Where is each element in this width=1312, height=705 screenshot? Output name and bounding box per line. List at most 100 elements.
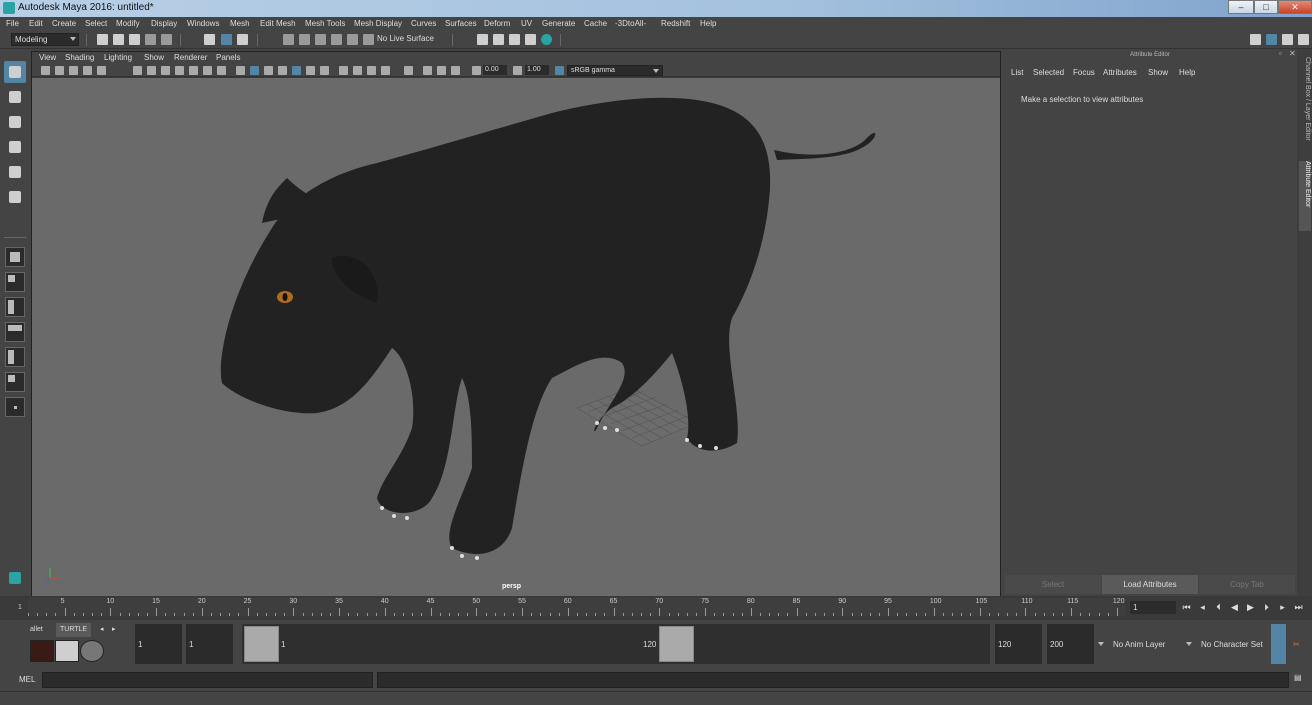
undo-icon[interactable] <box>145 34 156 45</box>
shelf-tab-turtle[interactable]: TURTLE <box>56 623 92 637</box>
open-scene-icon[interactable] <box>113 34 124 45</box>
anim-layer-label[interactable]: No Anim Layer <box>1113 640 1165 649</box>
grid-icon[interactable] <box>133 66 142 75</box>
load-attributes-button[interactable]: Load Attributes <box>1102 575 1198 594</box>
attribute-editor-toggle-icon[interactable] <box>1266 34 1277 45</box>
select-by-object-icon[interactable] <box>221 34 232 45</box>
viewport-menu-panels[interactable]: Panels <box>216 53 240 62</box>
color-space-dropdown[interactable]: sRGB gamma <box>567 65 663 76</box>
menu-mesh-tools[interactable]: Mesh Tools <box>305 19 345 28</box>
copy-tab-button[interactable]: Copy Tab <box>1199 575 1295 594</box>
attr-menu-selected[interactable]: Selected <box>1033 68 1064 77</box>
attr-menu-attributes[interactable]: Attributes <box>1103 68 1137 77</box>
lasso-tool[interactable] <box>4 86 26 108</box>
xray-joints-icon[interactable] <box>451 66 460 75</box>
persp-outliner-layout-button[interactable] <box>5 297 25 317</box>
end-time-field[interactable]: 200 <box>1047 624 1094 664</box>
float-panel-icon[interactable]: ▫ <box>1279 49 1282 58</box>
shelf-tab-allet[interactable]: allet <box>26 623 47 637</box>
menu-file[interactable]: File <box>6 19 19 28</box>
go-to-start-icon[interactable]: ⏮ <box>1182 603 1191 612</box>
menu-windows[interactable]: Windows <box>187 19 219 28</box>
menu-generate[interactable]: Generate <box>542 19 575 28</box>
four-view-layout-button[interactable] <box>5 272 25 292</box>
minimize-button[interactable]: – <box>1228 0 1254 14</box>
modeling-toolkit-icon[interactable] <box>1250 34 1261 45</box>
menu-select[interactable]: Select <box>85 19 107 28</box>
viewport-menu-shading[interactable]: Shading <box>65 53 94 62</box>
redo-icon[interactable] <box>161 34 172 45</box>
menu-display[interactable]: Display <box>151 19 177 28</box>
menu-curves[interactable]: Curves <box>411 19 436 28</box>
select-by-hierarchy-icon[interactable] <box>204 34 215 45</box>
menu-mesh[interactable]: Mesh <box>230 19 250 28</box>
film-gate-icon[interactable] <box>147 66 156 75</box>
step-back-frame-icon[interactable]: ◂ <box>1198 603 1207 612</box>
playback-start-field[interactable]: 1 <box>186 624 233 664</box>
rotate-tool[interactable] <box>4 161 26 183</box>
select-tool[interactable] <box>4 61 26 83</box>
gamma-field[interactable]: 1.00 <box>525 65 549 75</box>
animation-preferences-button[interactable] <box>1271 624 1286 664</box>
playback-end-field[interactable]: 120 <box>995 624 1042 664</box>
render-frame-icon[interactable] <box>493 34 504 45</box>
xray-active-components-icon[interactable] <box>437 66 446 75</box>
script-language-toggle[interactable]: MEL <box>19 675 35 684</box>
chevron-down-icon[interactable] <box>1186 642 1192 646</box>
shader-swatch-shapes[interactable] <box>55 640 79 662</box>
shader-swatch-fire[interactable] <box>30 640 54 662</box>
menu-create[interactable]: Create <box>52 19 76 28</box>
menu-help[interactable]: Help <box>700 19 716 28</box>
menu-edit-mesh[interactable]: Edit Mesh <box>260 19 296 28</box>
play-backwards-icon[interactable]: ◀ <box>1230 603 1239 612</box>
screen-space-ambient-occlusion-icon[interactable] <box>339 66 348 75</box>
shadows-icon[interactable] <box>320 66 329 75</box>
image-plane-icon[interactable] <box>83 66 92 75</box>
menu-surfaces[interactable]: Surfaces <box>445 19 477 28</box>
viewport-menu-renderer[interactable]: Renderer <box>174 53 207 62</box>
ipr-render-icon[interactable] <box>509 34 520 45</box>
range-start-handle[interactable] <box>244 626 279 662</box>
menu-deform[interactable]: Deform <box>484 19 510 28</box>
resolution-gate-icon[interactable] <box>161 66 170 75</box>
snap-to-grid-icon[interactable] <box>283 34 294 45</box>
maximize-button[interactable]: □ <box>1254 0 1278 14</box>
menu-uv[interactable]: UV <box>521 19 532 28</box>
wireframe-icon[interactable] <box>236 66 245 75</box>
viewport-menu-view[interactable]: View <box>39 53 56 62</box>
select-button[interactable]: Select <box>1005 575 1101 594</box>
exposure-field[interactable]: 0.00 <box>483 65 507 75</box>
mode-selector[interactable]: Modeling <box>11 33 79 46</box>
persp-graph-layout-button[interactable] <box>5 322 25 342</box>
attr-menu-focus[interactable]: Focus <box>1073 68 1095 77</box>
multisample-anti-aliasing-icon[interactable] <box>367 66 376 75</box>
menu-edit[interactable]: Edit <box>29 19 43 28</box>
render-settings-icon[interactable] <box>525 34 536 45</box>
shader-swatch-sphere[interactable] <box>80 640 104 662</box>
attr-menu-help[interactable]: Help <box>1179 68 1195 77</box>
save-scene-icon[interactable] <box>129 34 140 45</box>
use-all-lights-icon[interactable] <box>306 66 315 75</box>
snap-to-curve-icon[interactable] <box>299 34 310 45</box>
auto-key-icon[interactable]: ✂ <box>1293 640 1300 649</box>
step-forward-frame-icon[interactable]: ▸ <box>1278 603 1287 612</box>
3d-scene[interactable]: persp <box>32 78 1000 596</box>
current-frame-field[interactable]: 1 <box>1130 601 1176 614</box>
select-by-component-icon[interactable] <box>237 34 248 45</box>
viewport-menu-lighting[interactable]: Lighting <box>104 53 132 62</box>
menu-mesh-display[interactable]: Mesh Display <box>354 19 402 28</box>
isolate-select-icon[interactable] <box>404 66 413 75</box>
persp-hypershade-layout-button[interactable] <box>5 347 25 367</box>
make-live-icon[interactable] <box>363 34 374 45</box>
gate-mask-icon[interactable] <box>175 66 184 75</box>
play-forwards-icon[interactable]: ▶ <box>1246 603 1255 612</box>
new-scene-icon[interactable] <box>97 34 108 45</box>
script-editor-icon[interactable]: ▤ <box>1294 673 1302 682</box>
snap-to-projected-center-icon[interactable] <box>331 34 342 45</box>
shelf-scroll-right-icon[interactable]: ▸ <box>108 623 120 637</box>
time-ruler[interactable]: 1 5 10 15 20 25 30 35 40 45 50 55 60 65 70 75 80 85 90 95 10… <box>18 598 1126 616</box>
camera-attributes-icon[interactable] <box>55 66 64 75</box>
tab-attribute-editor[interactable]: Attribute Editor <box>1299 161 1311 231</box>
custom-layout-button[interactable] <box>5 397 25 417</box>
start-time-field[interactable]: 1 <box>135 624 182 664</box>
